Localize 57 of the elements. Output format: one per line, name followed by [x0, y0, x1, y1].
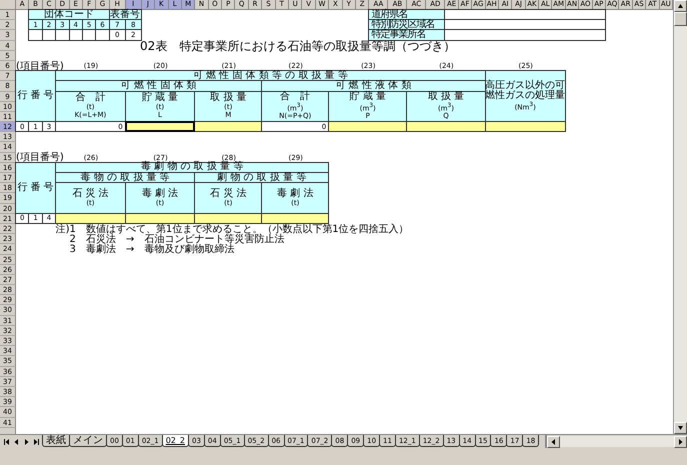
- column-title: 取 扱 量: [428, 92, 464, 102]
- column-title: 取 扱 量: [210, 93, 246, 104]
- left-arrow-icon: [551, 438, 556, 444]
- last-arrow-icon: [34, 438, 39, 444]
- input-cell[interactable]: [261, 212, 330, 224]
- subgroup-header: 可 燃 性 液 体 類: [261, 80, 486, 92]
- input-cell[interactable]: [55, 212, 126, 224]
- column-title: 毒 劇 法: [142, 188, 178, 199]
- left-arrow-icon: [14, 438, 19, 444]
- right-arrow-icon: [24, 438, 29, 444]
- sheet-tab[interactable]: 表紙: [42, 435, 70, 447]
- sheet-tab[interactable]: 02_2: [162, 435, 189, 447]
- code-cell[interactable]: [28, 29, 43, 41]
- input-cell[interactable]: [406, 121, 486, 132]
- item-number-label: (項目番号): [16, 60, 64, 72]
- first-arrow-icon: [4, 438, 9, 444]
- column-title: 貯 蔵 量: [142, 93, 178, 104]
- column-title: 石 災 法: [72, 188, 109, 199]
- field-label: 特定事業所名: [368, 29, 446, 41]
- note-text: 3 毒劇法 → 毒物及び劇物取締法: [70, 244, 234, 255]
- note-mark: 注): [56, 224, 70, 235]
- column-title: 合 計: [280, 92, 310, 102]
- horizontal-scrollbar[interactable]: [560, 436, 674, 447]
- note-text: 2 石災法 → 石油コンビナート等災害防止法: [70, 234, 284, 245]
- value-field[interactable]: [444, 29, 606, 41]
- first-sheet-button[interactable]: [2, 436, 11, 447]
- subgroup-header: 可 燃 性 固 体 類: [55, 80, 262, 92]
- up-arrow-icon: [678, 3, 683, 9]
- row-number-header: 行 番 号: [15, 70, 56, 122]
- input-cell[interactable]: [194, 121, 262, 132]
- scroll-left-button[interactable]: [547, 436, 560, 448]
- subgroup-header: 毒 物 の 取 扱 量 等: [55, 172, 196, 184]
- scroll-right-button[interactable]: [674, 436, 687, 448]
- item-number-label: (項目番号): [16, 152, 64, 164]
- scroll-thumb[interactable]: [674, 12, 687, 26]
- scroll-up-button[interactable]: [674, 0, 687, 12]
- column-title: 貯 蔵 量: [350, 92, 386, 102]
- input-cell[interactable]: [328, 121, 408, 132]
- subgroup-header: 劇 物 の 取 扱 量 等: [194, 172, 330, 184]
- input-cell[interactable]: [194, 212, 262, 224]
- input-cell[interactable]: [484, 121, 566, 132]
- column-title: 合 計: [75, 93, 106, 104]
- last-sheet-button[interactable]: [32, 436, 41, 447]
- column-title: 毒 劇 法: [277, 188, 314, 199]
- column-title: 石 災 法: [210, 188, 246, 199]
- sheet-tab[interactable]: メイン: [69, 435, 107, 447]
- down-arrow-icon: [678, 425, 683, 431]
- group-code-header: 団体コード: [28, 9, 110, 20]
- next-sheet-button[interactable]: [22, 436, 31, 447]
- input-cell[interactable]: [124, 121, 196, 132]
- value-field[interactable]: [444, 9, 606, 20]
- scroll-down-button[interactable]: [674, 422, 687, 434]
- note-text: 1 数値はすべて、第1位まで求めること。（小数点以下第1位を四捨五入）: [70, 224, 409, 235]
- group-header: 毒 劇 物 の 取 扱 量 等: [55, 162, 330, 173]
- right-arrow-icon: [678, 438, 683, 444]
- previous-sheet-button[interactable]: [12, 436, 21, 447]
- row-number-header: 行 番 号: [15, 162, 56, 214]
